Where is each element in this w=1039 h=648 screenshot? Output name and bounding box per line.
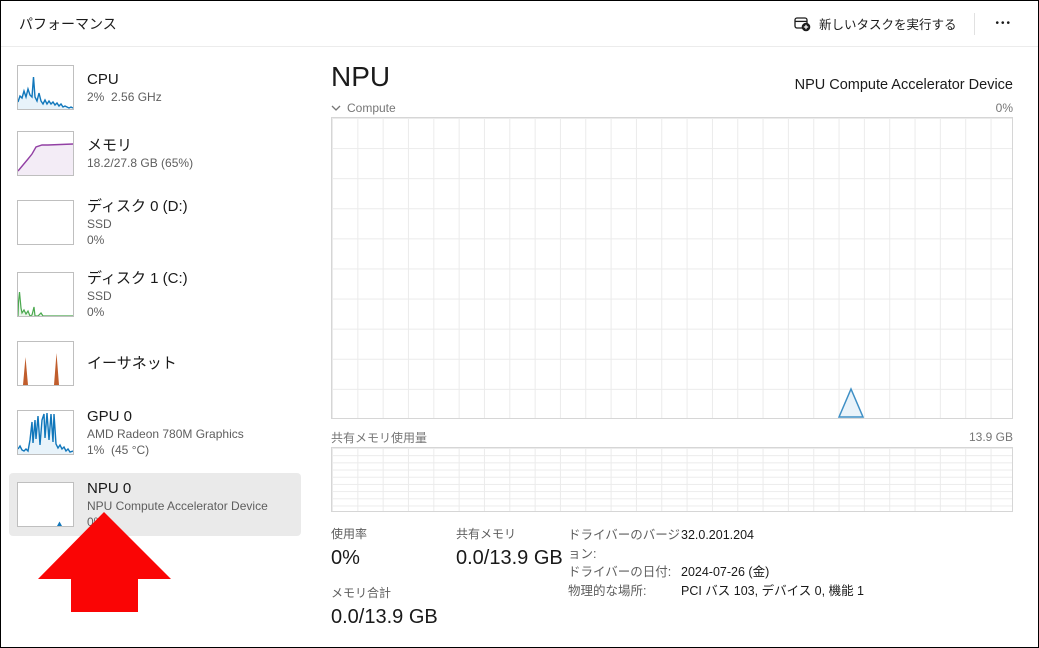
- sidebar-item-title: GPU 0: [87, 408, 133, 425]
- sidebar-item-subtitle: SSD: [87, 217, 112, 231]
- driver-date-label: ドライバーの日付:: [568, 565, 672, 579]
- disk1-sparkline: [17, 272, 74, 317]
- driver-info-row: ドライバーのバージョン: 32.0.201.204: [568, 526, 864, 563]
- shared-memory-stat-label: 共有メモリ: [456, 527, 517, 541]
- driver-version-value: 32.0.201.204: [681, 528, 754, 542]
- shared-memory-stat-value: 0.0/13.9 GB: [456, 547, 563, 569]
- sidebar-item-title: NPU 0: [87, 480, 132, 497]
- sidebar-item-subtitle: 1% (45 °C): [87, 443, 150, 457]
- device-name: NPU Compute Accelerator Device: [794, 77, 1013, 93]
- disk0-sparkline: [17, 200, 74, 245]
- shared-memory-label: 共有メモリ使用量: [331, 430, 428, 445]
- more-options-button[interactable]: •••: [983, 12, 1024, 35]
- cpu-sparkline: [17, 65, 74, 110]
- compute-usage-percent: 0%: [995, 101, 1013, 115]
- sidebar-item-cpu[interactable]: CPU 2% 2.56 GHz: [9, 59, 301, 116]
- npu-detail-panel: NPU NPU Compute Accelerator Device Compu…: [309, 47, 1038, 647]
- npu-title: NPU: [331, 61, 391, 92]
- sidebar-item-title: イーサネット: [87, 355, 177, 372]
- driver-date-value: 2024-07-26 (金): [681, 565, 770, 579]
- utilization-value: 0%: [331, 547, 360, 569]
- compute-section-label: Compute: [347, 101, 396, 115]
- npu-compute-chart: [331, 117, 1013, 419]
- memory-sparkline: [17, 131, 74, 176]
- sidebar-item-subtitle: 0%: [87, 233, 105, 247]
- compute-usage-spike: [837, 387, 864, 418]
- sidebar-item-disk0[interactable]: ディスク 0 (D:) SSD 0%: [9, 191, 301, 254]
- shared-memory-max: 13.9 GB: [968, 430, 1013, 444]
- sidebar-item-title: CPU: [87, 71, 119, 88]
- sidebar-item-subtitle: 0%: [87, 305, 105, 319]
- header-divider: [974, 12, 976, 35]
- sidebar-item-subtitle: AMD Radeon 780M Graphics: [87, 427, 244, 441]
- sidebar-item-disk1[interactable]: ディスク 1 (C:) SSD 0%: [9, 263, 301, 326]
- ethernet-sparkline: [17, 341, 74, 386]
- new-task-icon: [794, 16, 811, 32]
- driver-version-label: ドライバーのバージョン:: [568, 528, 681, 561]
- sidebar-item-title: ディスク 1 (C:): [87, 270, 188, 287]
- page-title: パフォーマンス: [19, 15, 117, 32]
- sidebar-item-ethernet[interactable]: イーサネット: [9, 335, 301, 392]
- sidebar-item-memory[interactable]: メモリ 18.2/27.8 GB (65%): [9, 125, 301, 182]
- more-options-icon: •••: [995, 18, 1012, 29]
- red-arrow-annotation: [38, 512, 171, 612]
- driver-info: ドライバーのバージョン: 32.0.201.204 ドライバーの日付: 2024…: [568, 526, 864, 631]
- app-header: パフォーマンス 新しいタスクを実行する •••: [1, 1, 1038, 47]
- physical-location-label: 物理的な場所:: [568, 583, 647, 598]
- sidebar-item-subtitle: 18.2/27.8 GB (65%): [87, 156, 194, 170]
- utilization-label: 使用率: [331, 527, 368, 541]
- sidebar-item-gpu0[interactable]: GPU 0 AMD Radeon 780M Graphics 1% (45 °C…: [9, 401, 301, 464]
- run-new-task-label: 新しいタスクを実行する: [818, 18, 957, 32]
- compute-section-header[interactable]: Compute: [331, 101, 396, 115]
- sidebar-item-title: ディスク 0 (D:): [87, 198, 188, 215]
- driver-info-row: ドライバーの日付: 2024-07-26 (金): [568, 563, 864, 582]
- physical-location-value: PCI バス 103, デバイス 0, 機能 1: [681, 583, 865, 598]
- driver-info-row: 物理的な場所: PCI バス 103, デバイス 0, 機能 1: [568, 582, 864, 601]
- sidebar-item-title: メモリ: [87, 137, 133, 154]
- gpu0-sparkline: [17, 410, 74, 455]
- npu-stats: 使用率 0% メモリ合計 0.0/13.9 GB 共有メモリ 0.0/13.9 …: [331, 526, 1013, 631]
- chevron-down-icon: [331, 105, 341, 111]
- run-new-task-button[interactable]: 新しいタスクを実行する: [784, 8, 967, 39]
- sidebar-item-subtitle: SSD: [87, 289, 112, 303]
- total-memory-value: 0.0/13.9 GB: [331, 606, 438, 628]
- total-memory-label: メモリ合計: [331, 586, 392, 600]
- task-manager-window: { "window": { "title": "パフォーマンス", "run_n…: [0, 0, 1039, 648]
- sidebar-item-subtitle: 2% 2.56 GHz: [87, 90, 162, 104]
- shared-memory-chart: [331, 447, 1013, 512]
